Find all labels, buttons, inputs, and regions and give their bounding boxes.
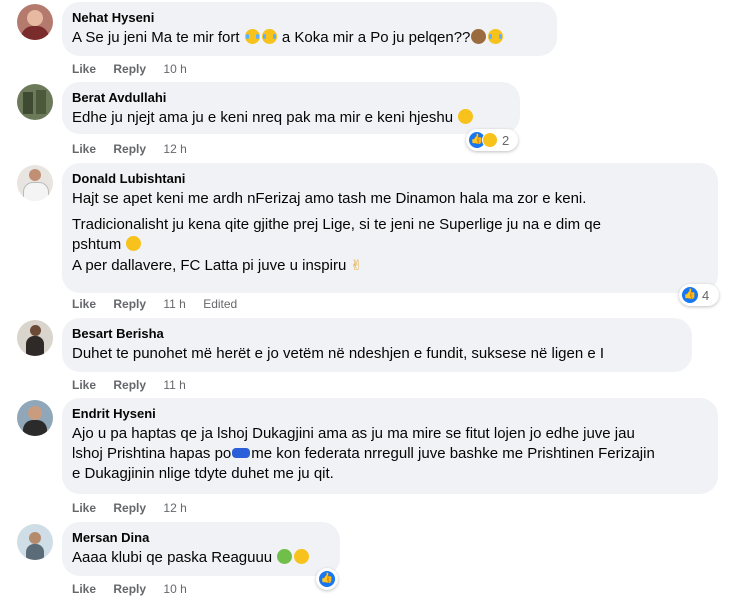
- comment-timestamp[interactable]: 12 h: [163, 142, 186, 156]
- comment-timestamp[interactable]: 11 h: [163, 297, 185, 311]
- comment-timestamp[interactable]: 10 h: [163, 582, 186, 596]
- comment-text: A Se ju jeni Ma te mir fort a Koka mir a…: [72, 28, 545, 48]
- nauseated-face-emoji-icon: [277, 549, 293, 564]
- reply-button[interactable]: Reply: [113, 378, 146, 392]
- haha-reaction-icon: [482, 132, 498, 148]
- like-reaction-icon: 👍: [682, 287, 698, 303]
- comment-bubble: Besart Berisha Duhet te punohet më herët…: [62, 318, 692, 372]
- yawning-face-emoji-icon: [294, 549, 310, 564]
- see-no-evil-monkey-emoji-icon: [471, 29, 487, 44]
- reply-button[interactable]: Reply: [113, 582, 146, 596]
- grinning-squinting-emoji-icon: [126, 236, 142, 251]
- comment-author[interactable]: Besart Berisha: [72, 326, 680, 342]
- comment-text: Aaaa klubi qe paska Reaguuu: [72, 548, 328, 568]
- comment-timestamp[interactable]: 12 h: [163, 501, 186, 515]
- comment-actions: Like Reply 10 h: [72, 61, 201, 77]
- like-button[interactable]: Like: [72, 501, 96, 515]
- like-button[interactable]: Like: [72, 142, 96, 156]
- avatar[interactable]: [17, 524, 53, 560]
- avatar[interactable]: [17, 400, 53, 436]
- reply-button[interactable]: Reply: [113, 62, 146, 76]
- reactions-summary[interactable]: 👍 2: [466, 129, 518, 151]
- comment-timestamp[interactable]: 11 h: [163, 378, 185, 392]
- like-button[interactable]: Like: [72, 378, 96, 392]
- reply-button[interactable]: Reply: [113, 297, 146, 311]
- reply-button[interactable]: Reply: [113, 501, 146, 515]
- comment-bubble: Donald Lubishtani Hajt se apet keni me a…: [62, 163, 718, 293]
- avatar[interactable]: [17, 4, 53, 40]
- comment-author[interactable]: Mersan Dina: [72, 530, 328, 546]
- comment-author[interactable]: Endrit Hyseni: [72, 406, 706, 422]
- comment-timestamp[interactable]: 10 h: [163, 62, 186, 76]
- like-button[interactable]: Like: [72, 582, 96, 596]
- comment-text: Ajo u pa haptas qe ja lshoj Dukagjini am…: [72, 425, 655, 482]
- laughing-tears-emoji-icon: [488, 29, 504, 44]
- comment-bubble: Endrit Hyseni Ajo u pa haptas qe ja lsho…: [62, 398, 718, 494]
- comment-text: Hajt se apet keni me ardh nFerizaj amo t…: [72, 190, 601, 274]
- laughing-tears-emoji-icon: [261, 29, 277, 44]
- comment-text: Edhe ju njejt ama ju e keni nreq pak ma …: [72, 108, 508, 128]
- edited-label[interactable]: Edited: [203, 297, 237, 311]
- victory-hand-emoji-icon: ✌: [350, 257, 363, 273]
- laughing-tears-emoji-icon: [244, 29, 260, 44]
- like-button[interactable]: Like: [72, 297, 96, 311]
- reaction-count: 4: [702, 287, 710, 303]
- comment-actions: Like Reply 10 h: [72, 581, 201, 597]
- comment-bubble: Nehat Hyseni A Se ju jeni Ma te mir fort…: [62, 2, 557, 56]
- avatar[interactable]: [17, 320, 53, 356]
- comment-bubble: Mersan Dina Aaaa klubi qe paska Reaguuu: [62, 522, 340, 576]
- avatar[interactable]: [17, 84, 53, 120]
- comment-actions: Like Reply 11 h Edited: [72, 296, 251, 312]
- like-reaction-icon: 👍: [319, 571, 335, 587]
- comment-actions: Like Reply 12 h: [72, 141, 201, 157]
- reaction-count: 2: [502, 132, 510, 148]
- comment-author[interactable]: Nehat Hyseni: [72, 10, 545, 26]
- reactions-summary[interactable]: 👍: [316, 568, 338, 590]
- reactions-summary[interactable]: 👍 4: [679, 284, 719, 306]
- comment-text: Duhet te punohet më herët e jo vetëm në …: [72, 345, 605, 362]
- comment-author[interactable]: Berat Avdullahi: [72, 90, 508, 106]
- comment-actions: Like Reply 12 h: [72, 500, 201, 516]
- reply-button[interactable]: Reply: [113, 142, 146, 156]
- squinting-tongue-emoji-icon: [458, 109, 474, 124]
- comment-actions: Like Reply 11 h: [72, 377, 200, 393]
- avatar[interactable]: [17, 165, 53, 201]
- comment-bubble: Berat Avdullahi Edhe ju njejt ama ju e k…: [62, 82, 520, 134]
- comment-author[interactable]: Donald Lubishtani: [72, 171, 706, 187]
- car-emoji-icon: [232, 448, 251, 458]
- like-button[interactable]: Like: [72, 62, 96, 76]
